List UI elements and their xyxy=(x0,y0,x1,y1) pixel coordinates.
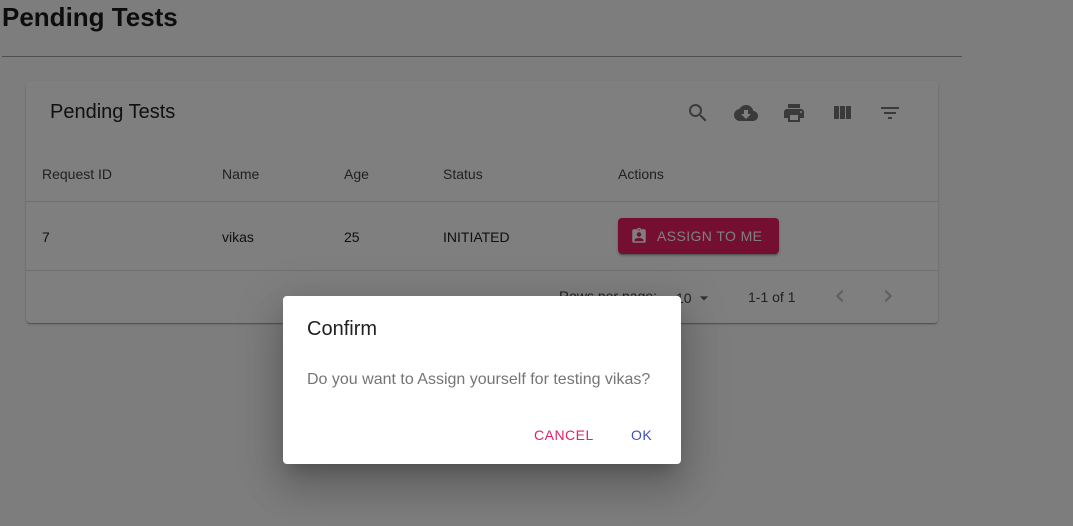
dialog-message: Do you want to Assign yourself for testi… xyxy=(307,371,651,388)
dialog-title: Confirm xyxy=(307,318,378,340)
confirm-dialog: Confirm Do you want to Assign yourself f… xyxy=(283,296,681,464)
page: Pending Tests Pending Tests Request ID N… xyxy=(0,0,1073,526)
cancel-button[interactable]: CANCEL xyxy=(534,426,594,444)
ok-button[interactable]: OK xyxy=(631,426,652,444)
